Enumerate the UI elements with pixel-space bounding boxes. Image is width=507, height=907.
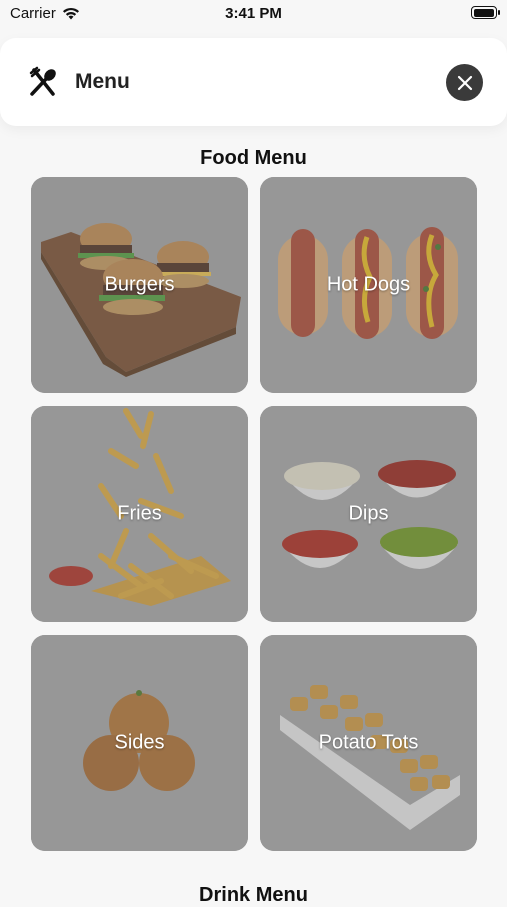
fork-spoon-icon — [29, 66, 56, 96]
drink-menu-title: Drink Menu — [199, 884, 308, 906]
menu-tile-label: Sides — [114, 731, 165, 754]
menu-tile-hot-dogs[interactable]: Hot Dogs — [260, 177, 477, 393]
battery-icon — [471, 6, 500, 19]
food-menu-title: Food Menu — [200, 147, 307, 169]
menu-tile-label: Hot Dogs — [326, 273, 411, 296]
close-icon — [457, 75, 472, 90]
menu-tile-label: Dips — [348, 502, 389, 525]
menu-tile-dips[interactable]: Dips — [260, 406, 477, 622]
status-time: 3:41 PM — [225, 5, 282, 22]
menu-tile-potato-tots[interactable]: Potato Tots — [260, 635, 477, 851]
menu-tile-label: Potato Tots — [318, 731, 419, 754]
menu-tile-burgers[interactable]: Burgers — [31, 177, 248, 393]
menu-tile-fries[interactable]: Fries — [31, 406, 248, 622]
menu-tile-label: Burgers — [104, 273, 175, 296]
close-button[interactable] — [446, 64, 483, 101]
menu-tile-sides[interactable]: Sides — [31, 635, 248, 851]
battery-fill — [473, 8, 494, 17]
menu-header: Menu — [0, 38, 507, 126]
status-bar: Carrier 3:41 PM — [0, 0, 507, 30]
menu-tile-label: Fries — [117, 502, 162, 525]
header-title: Menu — [75, 70, 130, 93]
